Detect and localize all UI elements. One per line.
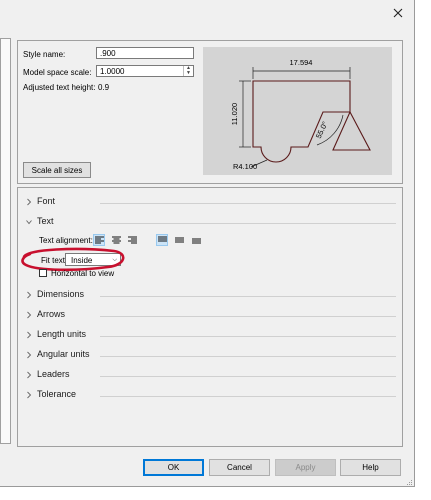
close-button[interactable] xyxy=(388,3,408,23)
section-divider xyxy=(100,356,396,357)
style-name-label: Style name: xyxy=(23,50,66,59)
chevron-right-icon xyxy=(27,311,32,319)
section-dimensions[interactable]: Dimensions xyxy=(22,289,396,303)
section-leaders[interactable]: Leaders xyxy=(22,369,396,383)
dimension-lines xyxy=(239,67,351,168)
section-divider xyxy=(100,223,396,224)
valign-middle-icon xyxy=(174,237,184,243)
section-divider xyxy=(100,296,396,297)
scale-all-sizes-button[interactable]: Scale all sizes xyxy=(23,162,91,178)
chevron-right-icon xyxy=(27,331,32,339)
section-font[interactable]: Font xyxy=(22,196,396,210)
dimension-style-dialog: Style name: .900 Model space scale: 1.00… xyxy=(0,0,415,487)
style-properties-panel: Style name: .900 Model space scale: 1.00… xyxy=(17,40,403,184)
section-divider xyxy=(100,376,396,377)
dim-radius-label: R4.100 xyxy=(233,162,257,171)
valign-middle-button[interactable] xyxy=(173,234,185,246)
section-tolerance-label: Tolerance xyxy=(37,389,77,399)
section-font-label: Font xyxy=(37,196,56,206)
dim-vertical-label: 11.020 xyxy=(230,103,239,125)
style-settings-panel: Font Text Text alignment: Fit text: Insi… xyxy=(17,187,403,447)
section-text-label: Text xyxy=(37,216,54,226)
chevron-right-icon xyxy=(27,391,32,399)
valign-bottom-icon xyxy=(191,238,201,244)
style-list-panel[interactable] xyxy=(0,38,11,444)
spin-buttons[interactable]: ▲ ▼ xyxy=(183,66,193,76)
section-divider xyxy=(100,396,396,397)
style-name-input[interactable]: .900 xyxy=(96,47,194,59)
preview-shape xyxy=(252,80,371,163)
section-length-units[interactable]: Length units xyxy=(22,329,396,343)
align-left-icon xyxy=(94,236,104,244)
valign-top-icon xyxy=(157,236,167,242)
align-right-icon xyxy=(127,236,137,244)
chevron-right-icon xyxy=(27,351,32,359)
chevron-right-icon xyxy=(27,198,32,206)
model-space-scale-value: 1.0000 xyxy=(100,67,125,76)
section-dimensions-label: Dimensions xyxy=(37,289,85,299)
spin-down-icon[interactable]: ▼ xyxy=(184,71,193,76)
section-length-units-label: Length units xyxy=(37,329,87,339)
model-space-scale-label: Model space scale: xyxy=(23,68,92,77)
horizontal-to-view-label: Horizontal to view xyxy=(51,269,115,278)
align-center-icon xyxy=(111,236,121,244)
section-text[interactable]: Text xyxy=(22,216,396,230)
section-angular-units[interactable]: Angular units xyxy=(22,349,396,363)
chevron-down-icon xyxy=(26,220,32,225)
section-leaders-label: Leaders xyxy=(37,369,70,379)
section-arrows[interactable]: Arrows xyxy=(22,309,396,323)
adjusted-text-height-value: 0.9 xyxy=(98,83,110,92)
section-angular-units-label: Angular units xyxy=(37,349,90,359)
dim-angle-label: 55.0° xyxy=(314,120,330,140)
help-button[interactable]: Help xyxy=(340,459,401,476)
valign-bottom-button[interactable] xyxy=(190,234,202,246)
apply-button[interactable]: Apply xyxy=(275,459,336,476)
dimension-preview: 17.594 11.020 55.0° R4.100 xyxy=(203,47,392,175)
text-alignment-label: Text alignment: xyxy=(39,236,93,245)
section-divider xyxy=(100,316,396,317)
section-divider xyxy=(100,336,396,337)
cancel-button[interactable]: Cancel xyxy=(209,459,270,476)
dim-horizontal-label: 17.594 xyxy=(290,58,313,67)
section-arrows-label: Arrows xyxy=(37,309,66,319)
chevron-right-icon xyxy=(27,291,32,299)
section-tolerance[interactable]: Tolerance xyxy=(22,389,396,403)
adjusted-text-height-label: Adjusted text height: xyxy=(23,83,96,92)
model-space-scale-input[interactable]: 1.0000 ▲ ▼ xyxy=(96,65,194,77)
ok-button[interactable]: OK xyxy=(143,459,204,476)
valign-top-button[interactable] xyxy=(156,234,168,246)
section-divider xyxy=(100,203,396,204)
preview-drawing: 17.594 11.020 55.0° R4.100 xyxy=(230,58,371,171)
chevron-right-icon xyxy=(27,371,32,379)
resize-grip-icon[interactable] xyxy=(405,478,413,486)
close-icon xyxy=(393,8,403,18)
horizontal-to-view-checkbox[interactable] xyxy=(39,269,47,277)
